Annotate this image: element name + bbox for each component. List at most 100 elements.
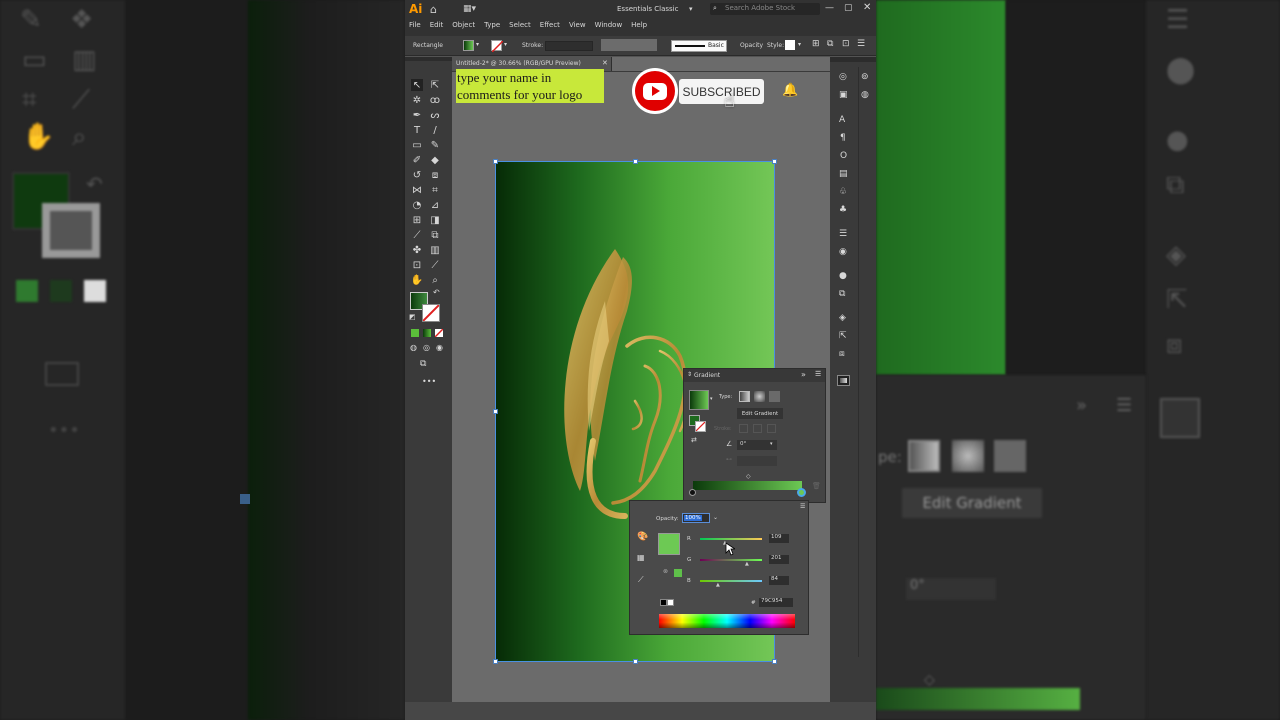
gradient-panel-header[interactable]: ⇕ Gradient » ☰: [684, 369, 825, 382]
properties-panel-icon[interactable]: ◎: [839, 72, 847, 82]
fill-dropdown-icon[interactable]: ▾: [476, 41, 479, 48]
menu-file[interactable]: File: [409, 21, 421, 29]
asset-export-panel-icon[interactable]: ⇱: [839, 331, 847, 341]
notification-bell-icon[interactable]: 🔔: [782, 83, 798, 98]
handle-bottom-left[interactable]: [493, 659, 498, 664]
tools-panel-grip[interactable]: [405, 57, 452, 61]
stroke-color-swatch[interactable]: [491, 40, 503, 52]
transform-icon[interactable]: ⧉: [827, 39, 833, 49]
eyedropper-icon[interactable]: ⟋: [638, 575, 644, 585]
symbols-panel-icon[interactable]: ♧: [839, 187, 847, 197]
transparency-panel-icon[interactable]: ●: [839, 271, 847, 281]
scale-tool-icon[interactable]: ⧈: [429, 169, 441, 181]
club-icon[interactable]: ♣: [839, 205, 847, 215]
width-tool-icon[interactable]: ⋈: [411, 184, 423, 196]
color-popup-menu-icon[interactable]: ☰: [800, 503, 805, 510]
hex-value-field[interactable]: 79C954: [759, 598, 793, 607]
handle-middle-left[interactable]: [493, 409, 498, 414]
opacity-label[interactable]: Opacity: [740, 42, 763, 49]
fill-color-swatch[interactable]: [463, 40, 474, 51]
type-tool-icon[interactable]: T: [411, 124, 423, 136]
r-slider[interactable]: [700, 538, 762, 540]
workspace-chevron-icon[interactable]: ▾: [689, 5, 693, 13]
selection-tool-icon[interactable]: ↖: [411, 79, 423, 91]
symbol-sprayer-tool-icon[interactable]: ✤: [411, 244, 423, 256]
opacity-dropdown-icon[interactable]: ⌄: [713, 514, 718, 521]
reverse-gradient-icon[interactable]: ⇄: [691, 436, 697, 444]
menu-edit[interactable]: Edit: [430, 21, 444, 29]
g-slider-thumb[interactable]: ▲: [745, 561, 749, 567]
draw-inside-icon[interactable]: ◉: [436, 343, 443, 352]
white-swatch[interactable]: [667, 599, 674, 606]
opacity-value[interactable]: 100%: [684, 515, 702, 521]
maximize-icon[interactable]: ▢: [844, 3, 853, 13]
mesh-tool-icon[interactable]: ⊞: [411, 214, 423, 226]
direct-selection-tool-icon[interactable]: ⇱: [429, 79, 441, 91]
menu-effect[interactable]: Effect: [540, 21, 560, 29]
lasso-tool-icon[interactable]: ꝏ: [429, 94, 441, 106]
menu-object[interactable]: Object: [452, 21, 475, 29]
opentype-panel-icon[interactable]: O: [840, 151, 847, 161]
stroke-weight-field[interactable]: [545, 41, 593, 51]
dock-grip[interactable]: [830, 57, 876, 62]
zoom-tool-icon[interactable]: ⌕: [429, 274, 441, 286]
document-close-icon[interactable]: ✕: [602, 59, 608, 67]
stroke-mini-swatch[interactable]: [695, 421, 706, 432]
stroke-within-icon[interactable]: [739, 424, 748, 433]
r-value-field[interactable]: 109: [769, 534, 789, 543]
stock-search[interactable]: ⌕ Search Adobe Stock: [710, 3, 820, 15]
control-bar-menu-icon[interactable]: ☰: [857, 39, 865, 49]
swatches-mode-icon[interactable]: ▦: [637, 553, 645, 562]
gradient-tool-icon[interactable]: ◨: [429, 214, 441, 226]
perspective-grid-tool-icon[interactable]: ⊿: [429, 199, 441, 211]
radial-gradient-type-icon[interactable]: [754, 391, 765, 402]
appearance-panel-icon[interactable]: ◉: [839, 247, 847, 257]
minimize-icon[interactable]: —: [825, 3, 834, 13]
rectangle-tool-icon[interactable]: ▭: [411, 139, 423, 151]
variable-width-profile[interactable]: [601, 39, 657, 51]
opacity-field[interactable]: 100%: [682, 513, 710, 523]
line-tool-icon[interactable]: /: [429, 124, 441, 136]
layers-panel-icon[interactable]: ◈: [839, 313, 846, 323]
subscribed-button[interactable]: SUBSCRIBED: [679, 79, 764, 104]
curvature-tool-icon[interactable]: ᔕ: [429, 109, 441, 121]
edit-gradient-button[interactable]: Edit Gradient: [737, 408, 783, 419]
color-mode-palette-icon[interactable]: 🎨: [637, 532, 648, 542]
stroke-panel-icon[interactable]: ☰: [839, 229, 847, 239]
stroke-across-icon[interactable]: [767, 424, 776, 433]
libraries-panel-icon[interactable]: ▣: [839, 90, 848, 100]
stroke-dropdown-icon[interactable]: ▾: [504, 41, 507, 48]
eraser-tool-icon[interactable]: ◆: [429, 154, 441, 166]
gradient-mode-icon[interactable]: [423, 329, 431, 337]
angle-field[interactable]: 0° ▾: [737, 440, 777, 450]
swatch-library-panel-icon[interactable]: ◍: [861, 90, 869, 100]
shape-builder-tool-icon[interactable]: ◔: [411, 199, 423, 211]
menu-select[interactable]: Select: [509, 21, 531, 29]
paintbrush-tool-icon[interactable]: ✎: [429, 139, 441, 151]
menu-window[interactable]: Window: [595, 21, 623, 29]
g-value-field[interactable]: 201: [769, 555, 789, 564]
gradient-slider[interactable]: [693, 481, 802, 490]
style-dropdown-icon[interactable]: ▾: [798, 41, 801, 48]
slice-tool-icon[interactable]: ⟋: [429, 259, 441, 271]
gradient-preset-dropdown-icon[interactable]: ▾: [710, 396, 713, 402]
default-colors-icon[interactable]: ◩: [409, 313, 416, 321]
close-icon[interactable]: ✕: [863, 2, 871, 13]
glyphs-panel-icon[interactable]: ▤: [839, 169, 848, 179]
none-mode-icon[interactable]: [435, 329, 443, 337]
menu-help[interactable]: Help: [631, 21, 647, 29]
gradient-midpoint-icon[interactable]: ◇: [746, 473, 751, 480]
b-slider[interactable]: [700, 580, 762, 582]
graph-tool-icon[interactable]: ▥: [429, 244, 441, 256]
options-icon[interactable]: ⊡: [842, 39, 850, 49]
graphic-style-swatch[interactable]: [785, 40, 795, 50]
rotate-tool-icon[interactable]: ↺: [411, 169, 423, 181]
delete-stop-icon[interactable]: 🗑: [812, 482, 821, 490]
eyedropper-tool-icon[interactable]: ⟋: [411, 229, 423, 241]
menu-view[interactable]: View: [569, 21, 586, 29]
home-icon[interactable]: ⌂: [430, 3, 437, 16]
hand-tool-icon[interactable]: ✋: [411, 274, 423, 286]
panel-collapse-icon[interactable]: »: [801, 370, 806, 379]
stroke-swatch[interactable]: [422, 304, 440, 322]
menu-type[interactable]: Type: [484, 21, 500, 29]
